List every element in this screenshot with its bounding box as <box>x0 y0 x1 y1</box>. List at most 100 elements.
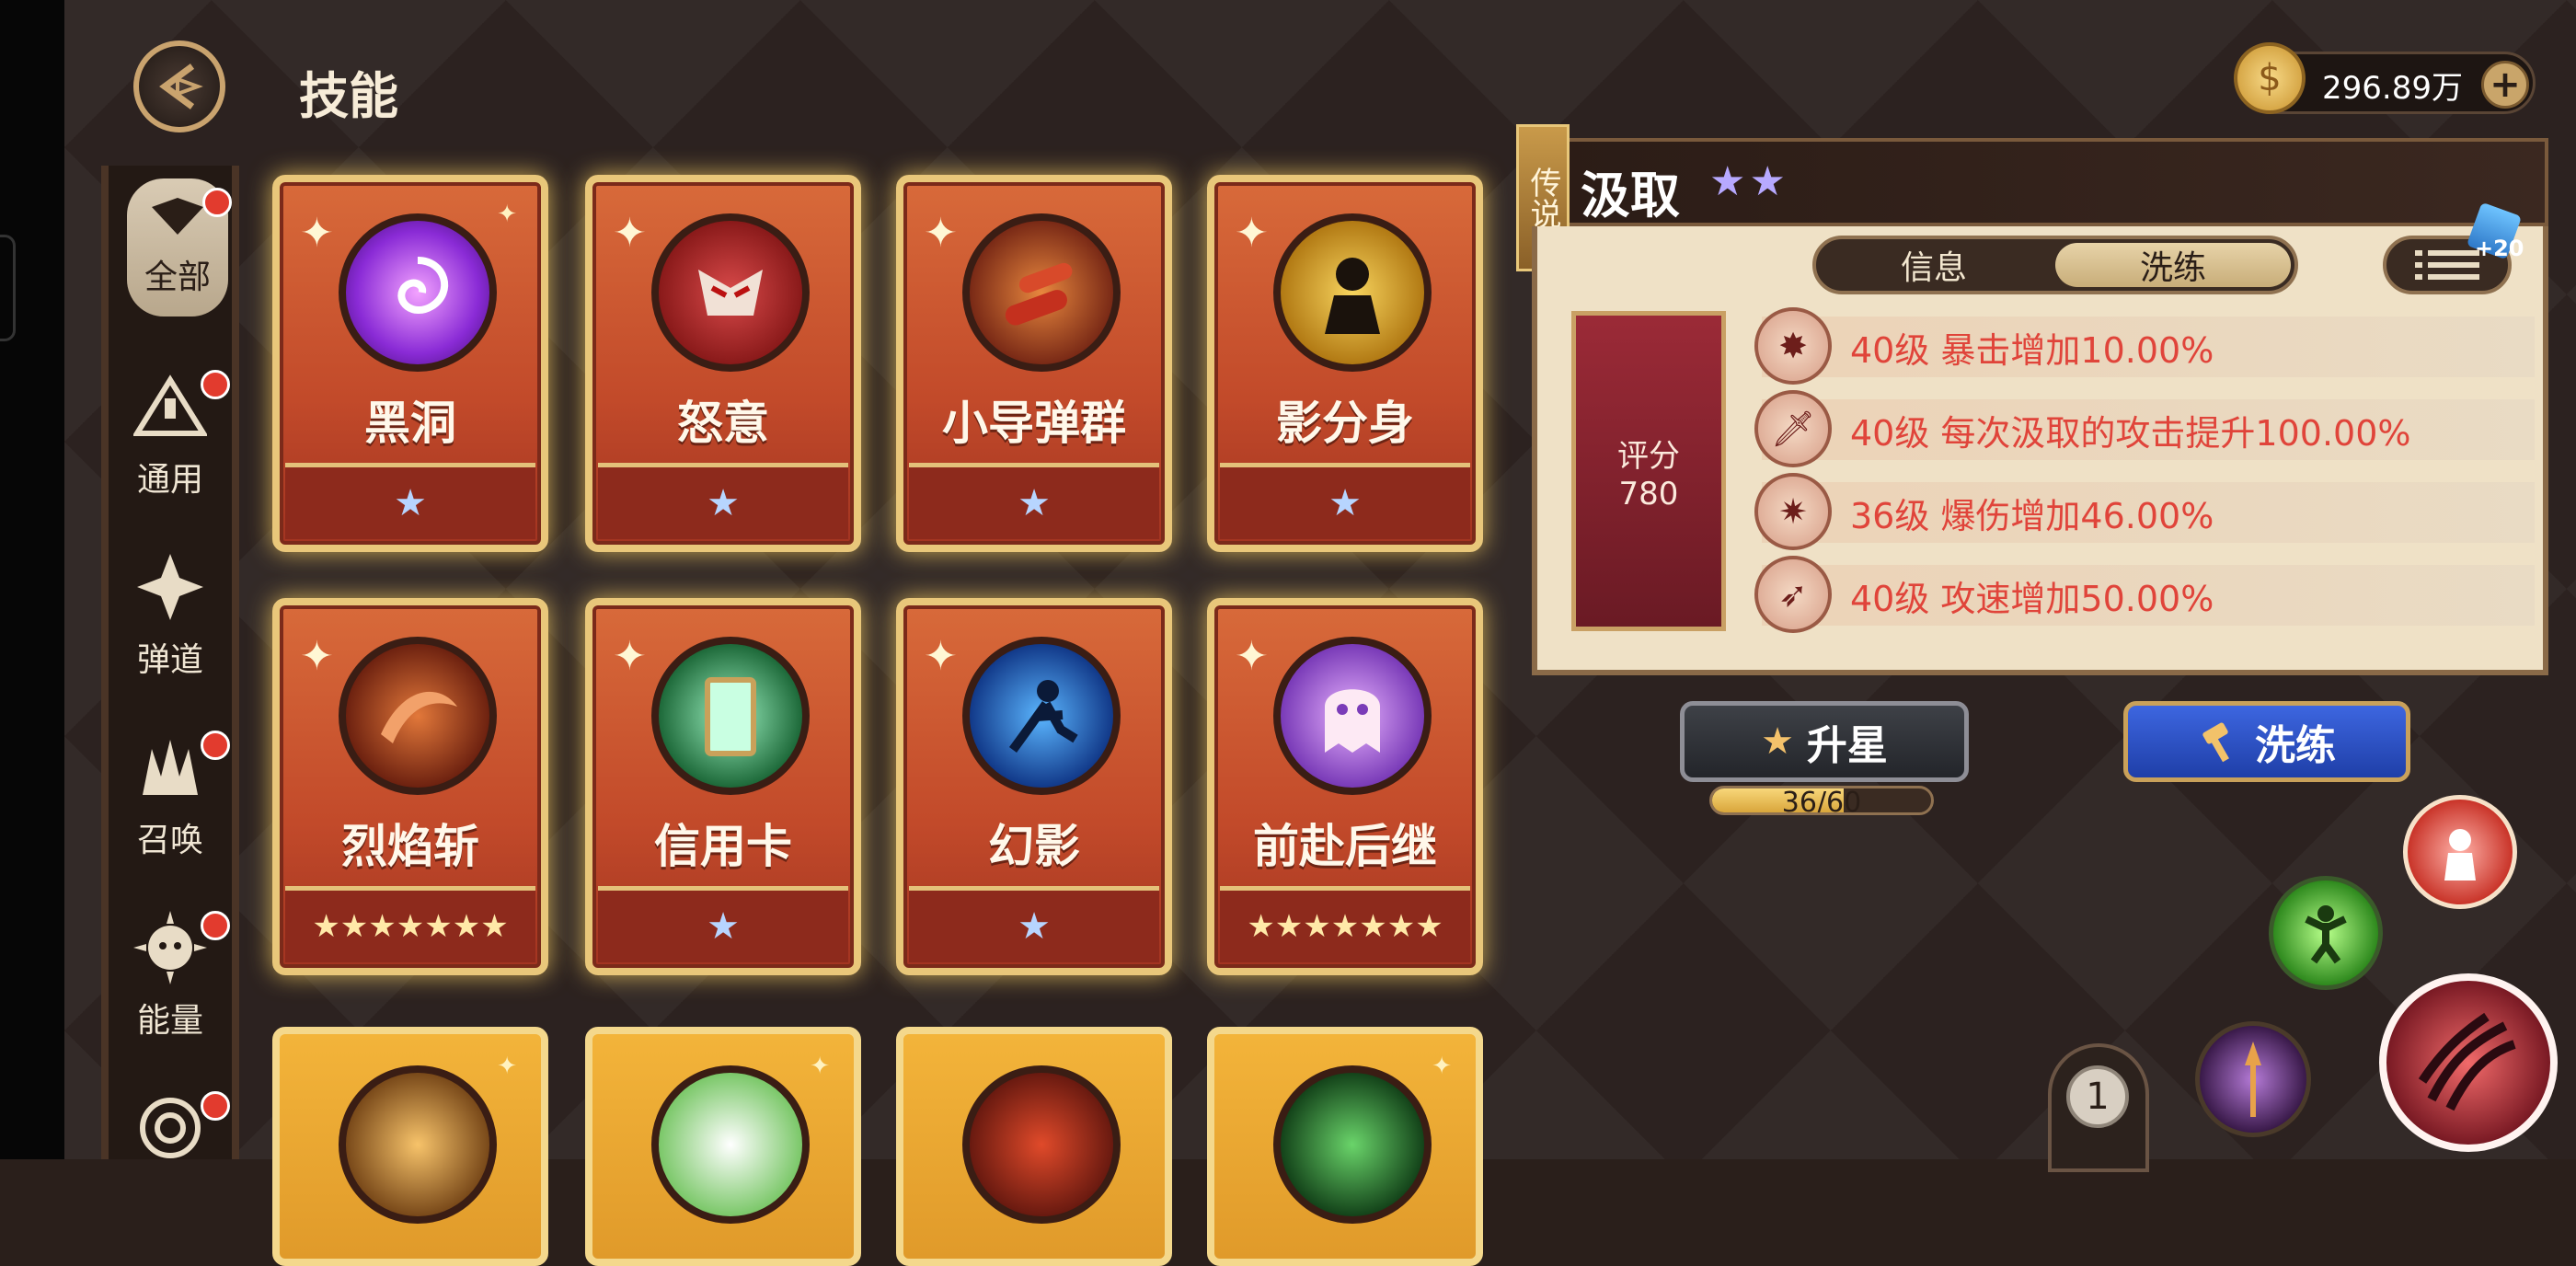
figure-icon <box>2444 829 2476 880</box>
sparkle-icon: ✦ <box>810 1053 830 1080</box>
skill-card[interactable]: ✦ 幻影 ★ <box>896 598 1172 975</box>
skill-card[interactable]: ✦ <box>1207 1027 1483 1266</box>
sparkle-icon: ✦ <box>1432 1053 1452 1080</box>
skill-name: 前赴后继 <box>1253 820 1437 873</box>
star-rating: ★★★★★★★ <box>285 886 535 962</box>
sidebar-item-label: 全部 <box>144 259 211 296</box>
notification-dot <box>201 911 230 940</box>
sidebar-item-label: 通用 <box>136 461 203 499</box>
screen-notch <box>0 235 16 341</box>
ghost-icon <box>1273 637 1432 795</box>
attribute-text: 40级 暴击增加10.00% <box>1850 329 2214 371</box>
trajectory-icon <box>126 543 214 631</box>
tab-info[interactable]: 信息 <box>1816 239 2052 291</box>
skill-name: 小导弹群 <box>942 397 1126 450</box>
attack-speed-icon: ➶ <box>1754 556 1832 633</box>
skill-card[interactable] <box>896 1027 1172 1266</box>
star-rating: ★ <box>598 463 848 539</box>
skill-card[interactable]: ✦ 怒意 ★ <box>585 175 861 552</box>
sidebar-item-label: 召唤 <box>136 822 203 859</box>
sparkle-icon: ✦ <box>300 633 334 680</box>
spear-icon <box>2245 1042 2261 1117</box>
screen-edge <box>0 0 64 1159</box>
add-currency-button[interactable]: + <box>2481 61 2529 109</box>
sparkle-icon: ✦ <box>300 210 334 257</box>
sidebar-item-trajectory[interactable]: 弹道 <box>109 530 232 696</box>
phantom-icon <box>962 637 1121 795</box>
coin-icon: $ <box>2234 42 2306 114</box>
skill-card[interactable]: ✦ <box>585 1027 861 1266</box>
sidebar-item-label: 弹道 <box>136 641 203 679</box>
notification-dot <box>201 1091 230 1121</box>
skill-card[interactable]: ✦ ✦ 黑洞 ★ <box>272 175 548 552</box>
rage-icon <box>651 213 810 372</box>
skill-name: 幻影 <box>988 820 1080 873</box>
sparkle-icon: ✦ <box>924 633 958 680</box>
figure-icon <box>2305 905 2347 964</box>
sparkle-icon: ✦ <box>1235 210 1269 257</box>
score-value: 780 <box>1618 475 1679 512</box>
flame-slash-icon <box>339 637 497 795</box>
skill-slot-nature-button[interactable] <box>2269 876 2383 990</box>
sparkle-icon: ✦ <box>497 1053 517 1080</box>
notification-dot <box>202 188 232 217</box>
attribute-text: 40级 攻速增加50.00% <box>1850 578 2214 619</box>
upgrade-star-button[interactable]: ★ 升星 <box>1680 701 1969 782</box>
tab-refine[interactable]: 洗练 <box>2055 243 2291 287</box>
sparkle-icon: ✦ <box>1235 633 1269 680</box>
page-title: 技能 <box>299 67 398 125</box>
upgrade-star-label: 升星 <box>1806 722 1888 769</box>
swordswoman-icon <box>339 1065 497 1224</box>
main-skill-button[interactable] <box>2379 973 2558 1152</box>
skill-card[interactable]: ✦ 烈焰斩 ★★★★★★★ <box>272 598 548 975</box>
score-label: 评分 <box>1617 437 1680 475</box>
attribute-row: 🗡 40级 每次汲取的攻击提升100.00% <box>1754 390 2535 467</box>
skill-detail-header <box>1532 138 2548 226</box>
skill-name: 烈焰斩 <box>341 820 479 873</box>
back-arrow-icon <box>159 63 203 109</box>
star-rating: ★★★★★★★ <box>1220 886 1470 962</box>
skill-slot-rage-button[interactable] <box>2403 795 2517 909</box>
all-icon <box>145 184 210 248</box>
skill-slot-spear-button[interactable] <box>2195 1021 2311 1137</box>
detail-star-rating: ★★ <box>1709 158 1789 205</box>
fist-icon <box>962 1065 1121 1224</box>
detail-tabs: 信息 洗练 <box>1812 236 2298 294</box>
missile-swarm-icon <box>962 213 1121 372</box>
skill-card[interactable]: ✦ 影分身 ★ <box>1207 175 1483 552</box>
detail-skill-name: 汲取 <box>1581 167 1680 224</box>
refine-label: 洗练 <box>2255 722 2336 769</box>
skill-name: 黑洞 <box>364 397 456 450</box>
credit-card-icon <box>651 637 810 795</box>
notification-dot <box>201 370 230 399</box>
skill-card[interactable]: ✦ <box>272 1027 548 1266</box>
skill-card[interactable]: ✦ 前赴后继 ★★★★★★★ <box>1207 598 1483 975</box>
star-rating: ★ <box>598 886 848 962</box>
progress-text: 36/60 <box>1781 787 1862 815</box>
skill-name: 怒意 <box>677 397 769 450</box>
shadow-clone-icon <box>1273 213 1432 372</box>
attribute-row: ✸ 40级 暴击增加10.00% <box>1754 307 2535 385</box>
energy-icon <box>126 903 214 992</box>
panda-icon <box>651 1065 810 1224</box>
sparkle-icon: ✦ <box>613 633 647 680</box>
skill-card[interactable]: ✦ 信用卡 ★ <box>585 598 861 975</box>
category-sidebar: 全部 通用 弹道 召唤 能量 <box>101 166 239 1159</box>
sparkle-icon: ✦ <box>613 210 647 257</box>
page-number[interactable]: 1 <box>2066 1065 2129 1128</box>
hammer-icon <box>2202 722 2229 763</box>
refine-button[interactable]: 洗练 <box>2123 701 2410 782</box>
sparkle-icon: ✦ <box>497 201 517 228</box>
star-rating: ★ <box>285 463 535 539</box>
score-box: 评分 780 <box>1571 311 1726 631</box>
skill-name: 影分身 <box>1276 397 1414 450</box>
star-icon: ★ <box>1761 720 1794 763</box>
skill-card[interactable]: ✦ 小导弹群 ★ <box>896 175 1172 552</box>
claw-icon <box>2418 1012 2516 1111</box>
list-icon <box>2415 250 2479 280</box>
attribute-text: 40级 每次汲取的攻击提升100.00% <box>1850 412 2411 454</box>
attribute-row: ➶ 40级 攻速增加50.00% <box>1754 556 2535 633</box>
sidebar-item-label: 能量 <box>136 1002 203 1040</box>
dagger-icon: 🗡 <box>1754 390 1832 467</box>
back-button[interactable] <box>133 40 225 132</box>
